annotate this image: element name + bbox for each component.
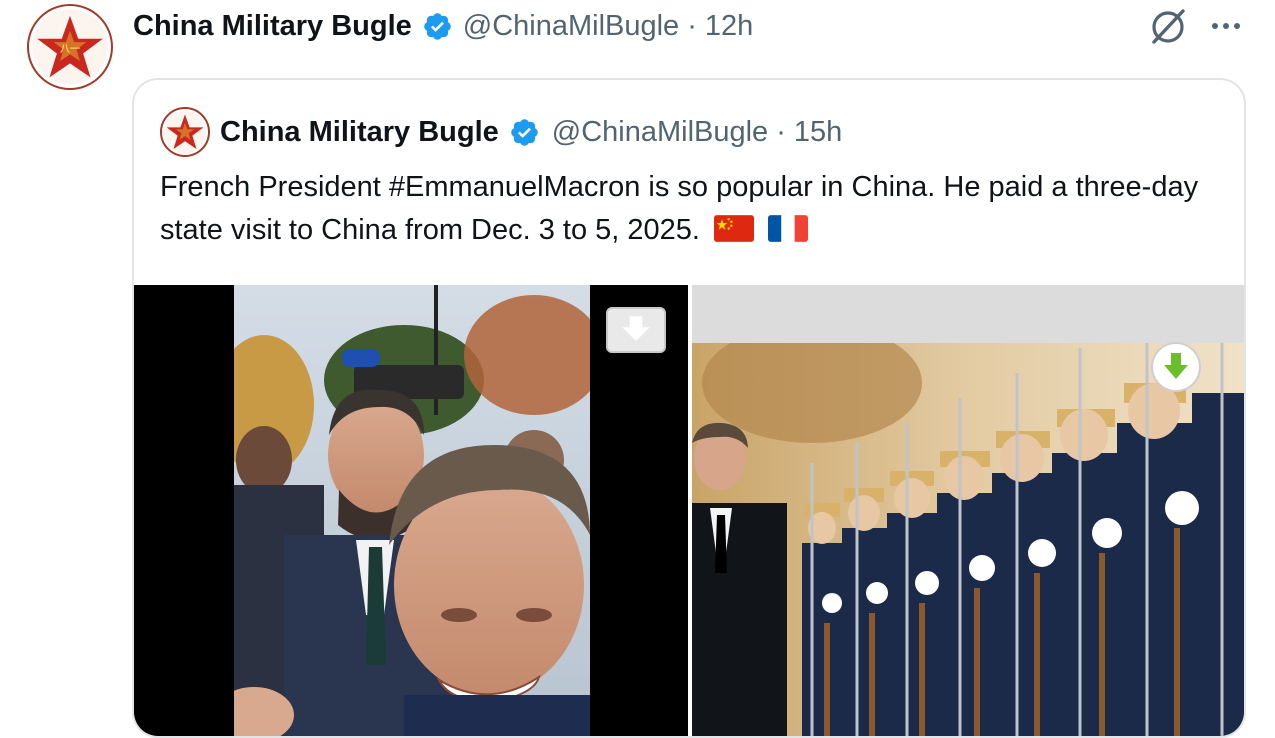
quoted-author-name[interactable]: China Military Bugle [220, 116, 499, 149]
separator-dot: · [687, 9, 697, 42]
quoted-tweet-text: French President #EmmanuelMacron is so p… [160, 166, 1230, 252]
verified-badge-icon[interactable] [509, 117, 540, 148]
honor-guard-photo [692, 343, 1244, 736]
red-star-emblem-icon: 八一 [32, 9, 108, 85]
author-handle[interactable]: @ChinaMilBugle [463, 10, 679, 43]
france-flag-icon [768, 215, 809, 242]
author-avatar[interactable]: 八一 [27, 4, 113, 90]
media-photo[interactable] [692, 285, 1244, 736]
quoted-author-avatar[interactable] [160, 107, 210, 157]
separator-dot: · [776, 115, 786, 148]
verified-badge-icon[interactable] [422, 11, 453, 42]
more-options-icon[interactable] [1206, 6, 1246, 46]
download-icon[interactable] [1150, 341, 1202, 393]
quoted-author-handle[interactable]: @ChinaMilBugle [552, 116, 768, 149]
quoted-tweet-body: French President #EmmanuelMacron is so p… [160, 171, 1199, 246]
tweet-header: China Military Bugle @ChinaMilBugle · 12… [133, 6, 753, 46]
china-flag-icon [714, 215, 755, 242]
tweet-timestamp[interactable]: 12h [705, 10, 753, 43]
quoted-tweet-timestamp[interactable]: 15h [794, 116, 842, 149]
quoted-tweet-card[interactable]: China Military Bugle @ChinaMilBugle · 15… [132, 78, 1246, 738]
author-name[interactable]: China Military Bugle [133, 10, 412, 43]
media-video[interactable] [134, 285, 688, 736]
svg-text:八一: 八一 [59, 43, 80, 55]
red-star-emblem-icon [163, 110, 207, 154]
quoted-tweet-header: China Military Bugle @ChinaMilBugle · 15… [160, 106, 842, 158]
download-icon[interactable] [606, 307, 666, 353]
grok-icon[interactable] [1148, 6, 1188, 46]
video-thumbnail [234, 285, 590, 736]
